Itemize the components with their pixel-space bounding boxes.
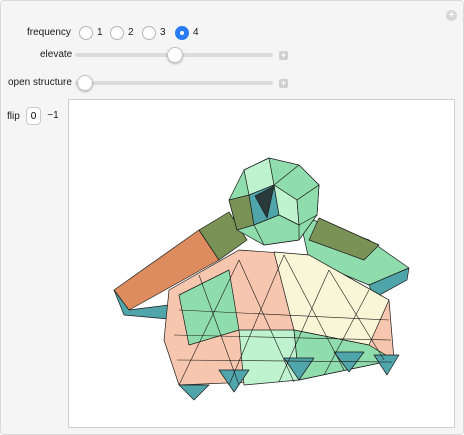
- graphics-view[interactable]: [68, 99, 455, 428]
- frequency-label: frequency: [27, 27, 71, 38]
- frequency-option-2-label: 2: [128, 27, 134, 38]
- manipulate-panel: + frequency 1 2 3 4 elevate + open struc…: [0, 0, 464, 435]
- frequency-option-1-label: 1: [97, 27, 103, 38]
- frequency-option-3-label: 3: [160, 27, 166, 38]
- flip-label: flip: [7, 111, 20, 122]
- open-structure-slider-track[interactable]: [75, 81, 273, 85]
- plus-icon[interactable]: +: [279, 79, 288, 88]
- frequency-radio-4[interactable]: [175, 26, 189, 40]
- open-structure-label: open structure: [8, 77, 72, 88]
- frequency-radio-2[interactable]: [110, 26, 124, 40]
- polyhedron-graphic[interactable]: [69, 100, 454, 427]
- elevate-slider-thumb[interactable]: [167, 47, 183, 63]
- frequency-option-4-label: 4: [193, 27, 199, 38]
- frequency-radio-1[interactable]: [79, 26, 93, 40]
- plus-icon[interactable]: +: [446, 10, 457, 21]
- flip-option-minus-1[interactable]: −1: [43, 107, 63, 125]
- flip-option-0[interactable]: 0: [26, 107, 41, 125]
- frequency-radio-3[interactable]: [142, 26, 156, 40]
- plus-icon[interactable]: +: [279, 51, 288, 60]
- elevate-label: elevate: [40, 49, 73, 60]
- open-structure-slider-thumb[interactable]: [77, 75, 93, 91]
